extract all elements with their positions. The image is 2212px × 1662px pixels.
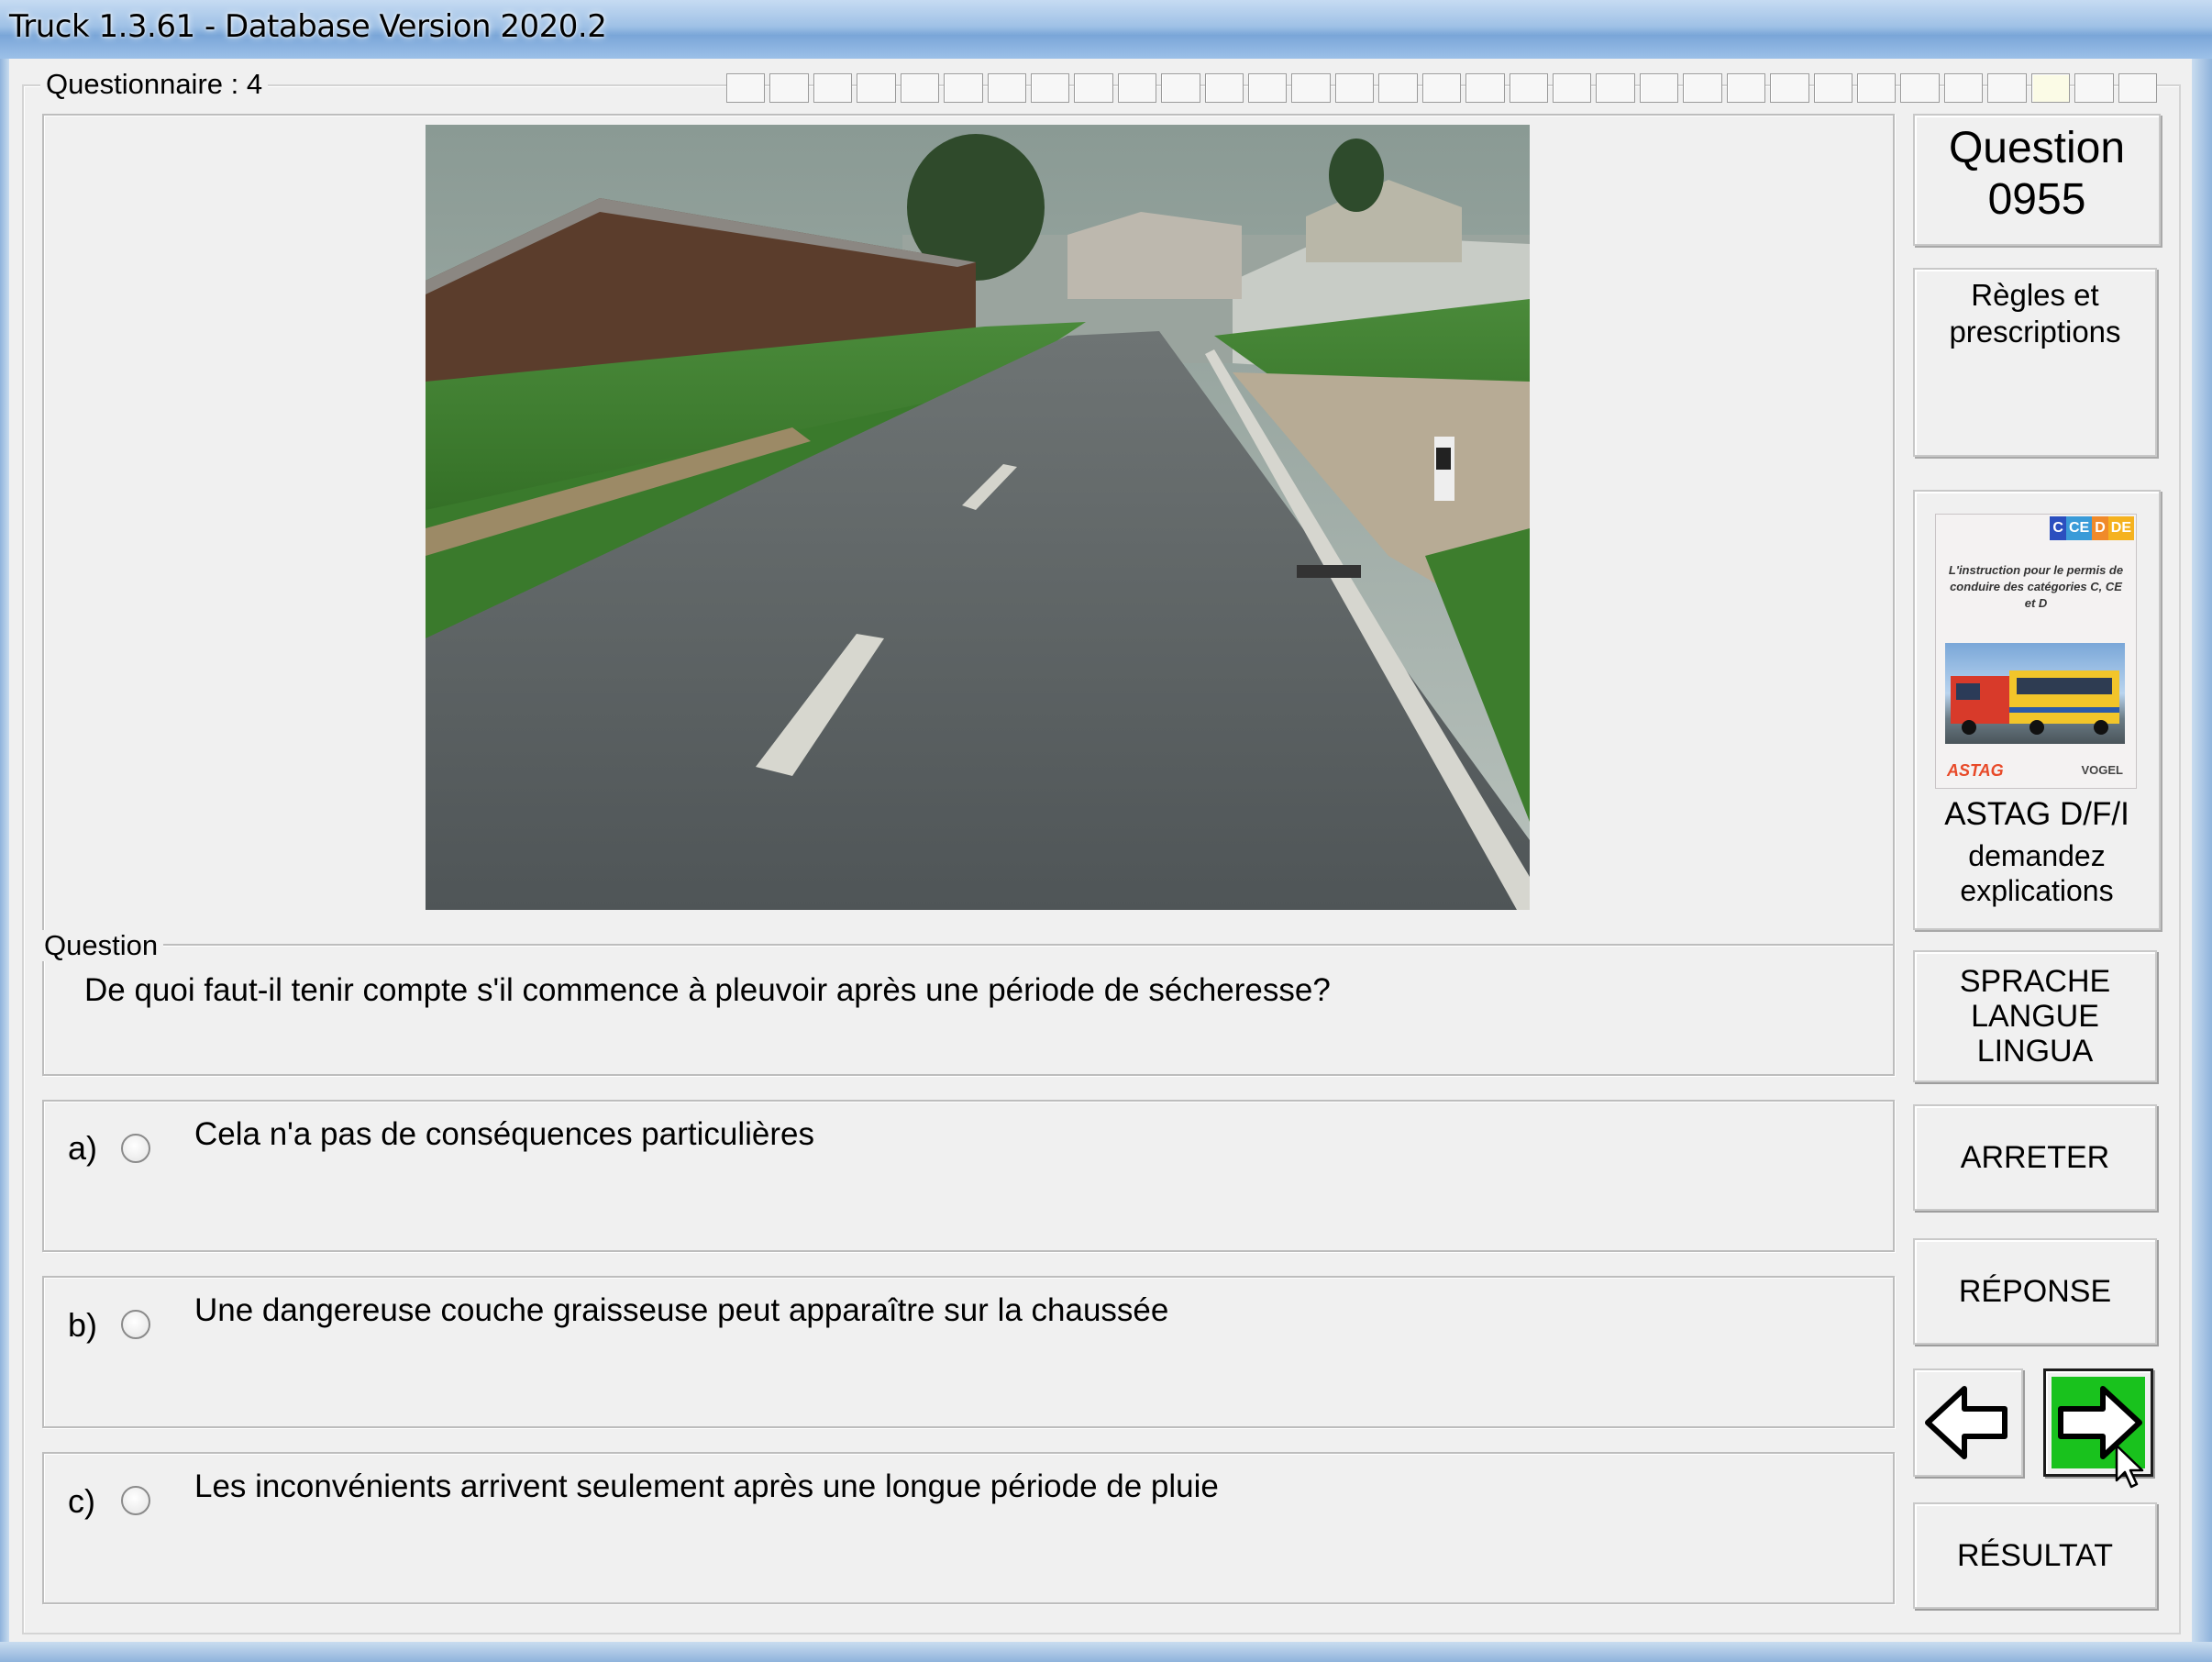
progress-segment — [813, 73, 853, 103]
vogel-logo: VOGEL — [2081, 763, 2123, 777]
progress-segment — [2030, 73, 2071, 103]
image-panel — [42, 114, 1895, 983]
previous-question-button[interactable] — [1913, 1368, 2023, 1477]
answer-letter-c: c) — [68, 1482, 95, 1520]
window-frame-bottom — [0, 1642, 2212, 1662]
title-bar: Truck 1.3.61 - Database Version 2020.2 — [0, 0, 2212, 60]
answer-radio-b[interactable] — [121, 1310, 150, 1339]
question-number: 0955 — [1987, 175, 2086, 224]
category-line-1: Règles et — [1971, 278, 2099, 312]
question-number-box: Question 0955 — [1913, 114, 2161, 246]
language-button[interactable]: SPRACHE LANGUE LINGUA — [1913, 950, 2157, 1082]
language-line-1: SPRACHE — [1959, 964, 2111, 999]
progress-segment — [1683, 73, 1722, 103]
wet-road-image — [426, 125, 1530, 910]
language-line-2: LANGUE — [1971, 999, 2099, 1034]
progress-segment — [1204, 73, 1244, 103]
question-photo — [426, 125, 1530, 910]
book-label: ASTAG D/F/I — [1944, 796, 2129, 832]
book-cover-text: L'instruction pour le permis de conduire… — [1948, 563, 2124, 610]
progress-segment — [1161, 73, 1200, 103]
progress-segment — [1726, 73, 1766, 103]
astag-logo: ASTAG — [1947, 761, 2004, 780]
progress-segment — [1378, 73, 1418, 103]
answer-radio-a[interactable] — [121, 1134, 150, 1163]
answer-button[interactable]: RÉPONSE — [1913, 1238, 2157, 1345]
progress-segment — [1465, 73, 1505, 103]
progress-segment — [987, 73, 1026, 103]
stop-button[interactable]: ARRETER — [1913, 1104, 2157, 1211]
question-progress-bar — [726, 73, 2157, 103]
progress-segment — [2074, 73, 2114, 103]
client-area: Questionnaire : 4 Question De quoi faut-… — [9, 59, 2192, 1642]
progress-segment — [857, 73, 896, 103]
category-line-2: prescriptions — [1949, 315, 2121, 349]
window-title: Truck 1.3.61 - Database Version 2020.2 — [9, 8, 607, 45]
answer-radio-c[interactable] — [121, 1486, 150, 1515]
progress-segment — [900, 73, 940, 103]
question-panel — [42, 944, 1895, 1076]
progress-segment — [1509, 73, 1549, 103]
progress-segment — [1813, 73, 1853, 103]
book-cover-image: C CE D DE L'instruction pour le permis d… — [1935, 514, 2137, 789]
progress-segment — [1334, 73, 1375, 103]
progress-segment — [1117, 73, 1157, 103]
progress-segment — [1596, 73, 1635, 103]
book-tab-de: DE — [2107, 516, 2134, 540]
book-sub-line-2: explications — [1960, 874, 2114, 907]
progress-segment — [726, 73, 766, 103]
book-sub-line-1: demandez — [1968, 839, 2106, 872]
mouse-cursor-icon — [2115, 1444, 2144, 1489]
window-frame-right — [2192, 59, 2212, 1662]
progress-segment — [1291, 73, 1331, 103]
answer-text-a[interactable]: Cela n'a pas de conséquences particulièr… — [194, 1116, 814, 1153]
progress-segment — [1943, 73, 1984, 103]
answer-letter-a: a) — [68, 1129, 98, 1167]
question-legend: Question — [39, 930, 164, 961]
question-number-label: Question — [1948, 124, 2126, 172]
book-explanations-button[interactable]: C CE D DE L'instruction pour le permis d… — [1913, 490, 2161, 930]
book-cover-vehicles — [1945, 643, 2125, 744]
language-line-3: LINGUA — [1976, 1034, 2094, 1069]
progress-segment — [1987, 73, 2027, 103]
questionnaire-label: Questionnaire : 4 — [40, 68, 269, 101]
question-text: De quoi faut-il tenir compte s'il commen… — [84, 972, 1331, 1008]
result-button[interactable]: RÉSULTAT — [1913, 1502, 2157, 1609]
progress-segment — [1074, 73, 1113, 103]
answer-letter-b: b) — [68, 1306, 98, 1344]
progress-segment — [1421, 73, 1462, 103]
answer-text-b[interactable]: Une dangereuse couche graisseuse peut ap… — [194, 1292, 1168, 1329]
progress-segment — [1030, 73, 1070, 103]
answer-text-c[interactable]: Les inconvénients arrivent seulement apr… — [194, 1468, 1219, 1505]
category-box: Règles et prescriptions — [1913, 268, 2157, 457]
progress-segment — [1770, 73, 1809, 103]
progress-segment — [1248, 73, 1288, 103]
progress-segment — [2118, 73, 2157, 103]
book-tab-ce: CE — [2065, 516, 2093, 540]
book-tab-c: C — [2050, 516, 2066, 540]
progress-segment — [1553, 73, 1592, 103]
progress-segment — [1900, 73, 1940, 103]
progress-segment — [944, 73, 983, 103]
window-frame-left — [0, 59, 9, 1662]
progress-segment — [769, 73, 809, 103]
book-sub-label: demandez explications — [1915, 838, 2159, 908]
arrow-left-icon — [1925, 1386, 2007, 1459]
progress-segment — [1639, 73, 1679, 103]
book-tab-d: D — [2092, 516, 2108, 540]
progress-segment — [1856, 73, 1897, 103]
book-category-tabs: C CE D DE — [2050, 516, 2134, 540]
